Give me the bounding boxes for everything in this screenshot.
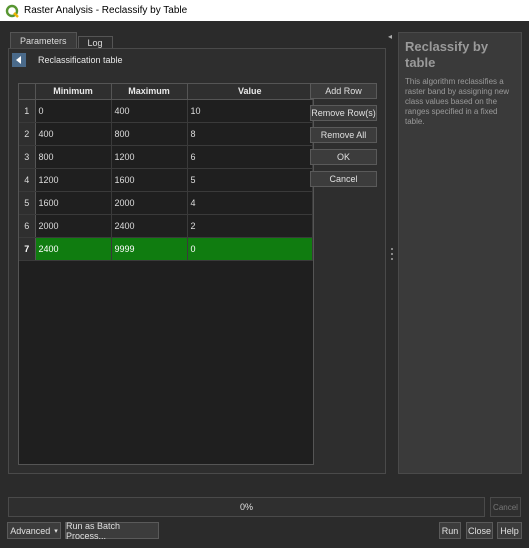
- row-number[interactable]: 7: [19, 237, 36, 261]
- row-number[interactable]: 3: [19, 145, 36, 169]
- qgis-logo-icon: [5, 4, 19, 18]
- row-number[interactable]: 2: [19, 122, 36, 146]
- table-row[interactable]: 1 0 400 10: [19, 99, 313, 123]
- table-row-selected[interactable]: 7 2400 9999 0: [19, 237, 313, 261]
- cell-maximum[interactable]: 2400: [111, 214, 188, 238]
- cell-minimum[interactable]: 1200: [35, 168, 112, 192]
- column-header-maximum[interactable]: Maximum: [111, 84, 188, 100]
- column-header-minimum[interactable]: Minimum: [35, 84, 112, 100]
- table-action-buttons: Add Row Remove Row(s) Remove All OK Canc…: [310, 83, 377, 193]
- column-header-value[interactable]: Value: [187, 84, 313, 100]
- cell-value[interactable]: 10: [187, 99, 313, 123]
- cell-maximum[interactable]: 9999: [111, 237, 188, 261]
- run-button[interactable]: Run: [439, 522, 461, 539]
- cell-value[interactable]: 2: [187, 214, 313, 238]
- row-number[interactable]: 6: [19, 214, 36, 238]
- cell-minimum[interactable]: 800: [35, 145, 112, 169]
- cell-value[interactable]: 0: [187, 237, 313, 261]
- cell-value[interactable]: 4: [187, 191, 313, 215]
- progress-cancel-button[interactable]: Cancel: [490, 497, 521, 517]
- cell-minimum[interactable]: 0: [35, 99, 112, 123]
- window-title: Raster Analysis - Reclassify by Table: [24, 5, 188, 16]
- table-row[interactable]: 3 800 1200 6: [19, 145, 313, 169]
- table-corner[interactable]: [19, 84, 36, 100]
- cell-maximum[interactable]: 2000: [111, 191, 188, 215]
- tab-bar: Parameters Log: [10, 32, 114, 49]
- close-button[interactable]: Close: [466, 522, 493, 539]
- chevron-down-icon: ▾: [54, 527, 58, 535]
- cell-value[interactable]: 8: [187, 122, 313, 146]
- help-text: This algorithm reclassifies a raster ban…: [405, 77, 510, 126]
- progress-bar: 0%: [8, 497, 485, 517]
- reclassification-table[interactable]: Minimum Maximum Value 1 0 400 10 2 400 8…: [18, 83, 314, 465]
- cell-maximum[interactable]: 400: [111, 99, 188, 123]
- table-row[interactable]: 5 1600 2000 4: [19, 191, 313, 215]
- help-title: Reclassify by table: [405, 39, 489, 70]
- progress-label: 0%: [239, 502, 253, 512]
- ok-button[interactable]: OK: [310, 149, 377, 165]
- add-row-button[interactable]: Add Row: [310, 83, 377, 99]
- advanced-button[interactable]: Advanced ▾: [7, 522, 61, 539]
- tab-parameters[interactable]: Parameters: [10, 32, 77, 49]
- back-button[interactable]: [12, 53, 26, 67]
- remove-rows-button[interactable]: Remove Row(s): [310, 105, 377, 121]
- cell-value[interactable]: 6: [187, 145, 313, 169]
- row-number[interactable]: 4: [19, 168, 36, 192]
- batch-process-button[interactable]: Run as Batch Process...: [65, 521, 159, 541]
- advanced-label: Advanced: [10, 525, 51, 536]
- cell-minimum[interactable]: 2000: [35, 214, 112, 238]
- table-row[interactable]: 6 2000 2400 2: [19, 214, 313, 238]
- collapse-marker-icon[interactable]: ◂: [388, 32, 392, 41]
- splitter-handle[interactable]: [391, 248, 394, 260]
- cell-maximum[interactable]: 1600: [111, 168, 188, 192]
- remove-all-button[interactable]: Remove All: [310, 127, 377, 143]
- help-button[interactable]: Help: [497, 522, 522, 539]
- parameters-panel: Reclassification table Minimum Maximum V…: [8, 48, 386, 474]
- cancel-button[interactable]: Cancel: [310, 171, 377, 187]
- table-row[interactable]: 4 1200 1600 5: [19, 168, 313, 192]
- cell-value[interactable]: 5: [187, 168, 313, 192]
- arrow-left-icon: [16, 56, 21, 64]
- cell-maximum[interactable]: 1200: [111, 145, 188, 169]
- row-number[interactable]: 1: [19, 99, 36, 123]
- help-panel: Reclassify by table This algorithm recla…: [398, 32, 522, 474]
- cell-minimum[interactable]: 1600: [35, 191, 112, 215]
- cell-minimum[interactable]: 400: [35, 122, 112, 146]
- row-number[interactable]: 5: [19, 191, 36, 215]
- cell-maximum[interactable]: 800: [111, 122, 188, 146]
- section-title: Reclassification table: [38, 55, 123, 65]
- cell-minimum[interactable]: 2400: [35, 237, 112, 261]
- table-row[interactable]: 2 400 800 8: [19, 122, 313, 146]
- window-titlebar: Raster Analysis - Reclassify by Table: [0, 0, 529, 21]
